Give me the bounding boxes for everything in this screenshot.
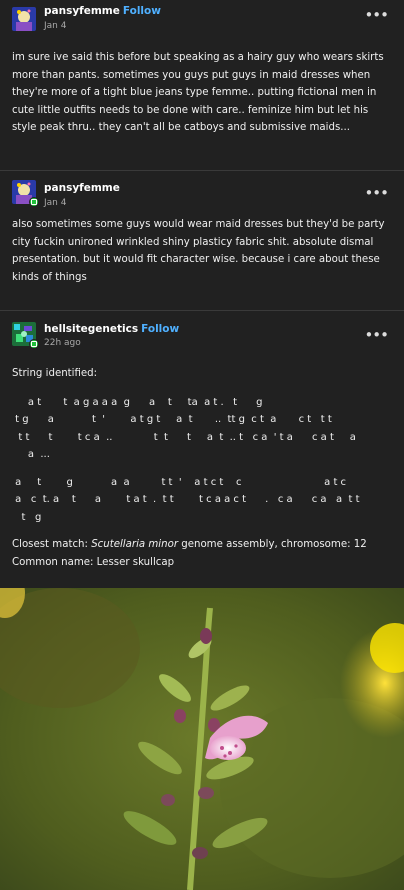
post-date[interactable]: Jan 4 <box>44 21 66 31</box>
dna-line: t t t t c a .. t t t a t .. t c a ' t a … <box>12 431 356 443</box>
closest-match: Closest match: Scutellaria minor genome … <box>0 536 404 554</box>
reblog-badge-icon <box>29 339 39 349</box>
post-3: hellsitegenetics Follow 22h ago ••• Strin… <box>0 311 404 590</box>
reblog-badge-icon <box>29 197 39 207</box>
post-header: pansyfemme Jan 4 ••• <box>0 171 404 213</box>
more-horizontal-icon[interactable]: ••• <box>364 8 389 23</box>
follow-button[interactable]: Follow <box>123 5 161 17</box>
dna-line: a c t. a t a t a t . t t t c a a c t . c… <box>12 494 360 505</box>
more-horizontal-icon[interactable]: ••• <box>364 186 389 201</box>
post-date[interactable]: Jan 4 <box>44 198 66 208</box>
post-text: also sometimes some guys would wear maid… <box>12 219 385 283</box>
common-name: Common name: Lesser skullcap <box>12 556 175 568</box>
dna-block-1: a t t a g a a a g a t ta a t . t g t g a… <box>0 394 404 464</box>
dna-line: a t t a g a a a g a t ta a t . t g <box>12 396 263 408</box>
more-horizontal-icon[interactable]: ••• <box>364 328 389 343</box>
dna-block-2: a t g a a t t ' a t c t c a t c a c t. a… <box>0 474 404 527</box>
post-2: pansyfemme Jan 4 ••• also sometimes some… <box>0 171 404 311</box>
username[interactable]: pansyfemme Follow <box>44 5 161 17</box>
dna-line: a ... <box>12 449 50 460</box>
closest-match-prefix: Closest match: <box>12 539 92 550</box>
dna-line: t g <box>12 511 42 523</box>
post-text: im sure ive said this before but speakin… <box>12 52 384 133</box>
post-1: pansyfemme Follow Jan 4 ••• im sure ive s… <box>0 0 404 171</box>
avatar[interactable] <box>12 7 36 31</box>
closest-match-suffix: genome assembly, chromosome: 12 <box>178 539 367 550</box>
species-name: Scutellaria minor <box>91 539 179 550</box>
dna-line: a t g a a t t ' a t c t c a t c <box>12 476 347 488</box>
username[interactable]: pansyfemme <box>44 182 120 194</box>
post-date[interactable]: 22h ago <box>44 338 81 348</box>
username-text[interactable]: pansyfemme <box>44 182 120 194</box>
username[interactable]: hellsitegenetics Follow <box>44 323 179 335</box>
string-identified-label: String identified: <box>12 368 98 379</box>
skullcap-flower-photo[interactable] <box>0 588 404 890</box>
username-text[interactable]: hellsitegenetics <box>44 323 138 335</box>
post-header: hellsitegenetics Follow 22h ago ••• <box>0 311 404 355</box>
follow-button[interactable]: Follow <box>141 323 179 335</box>
post-header: pansyfemme Follow Jan 4 ••• <box>0 0 404 46</box>
username-text[interactable]: pansyfemme <box>44 5 120 17</box>
dna-line: t g a t ' a t g t a t .. tt g c t a c t … <box>12 414 332 425</box>
